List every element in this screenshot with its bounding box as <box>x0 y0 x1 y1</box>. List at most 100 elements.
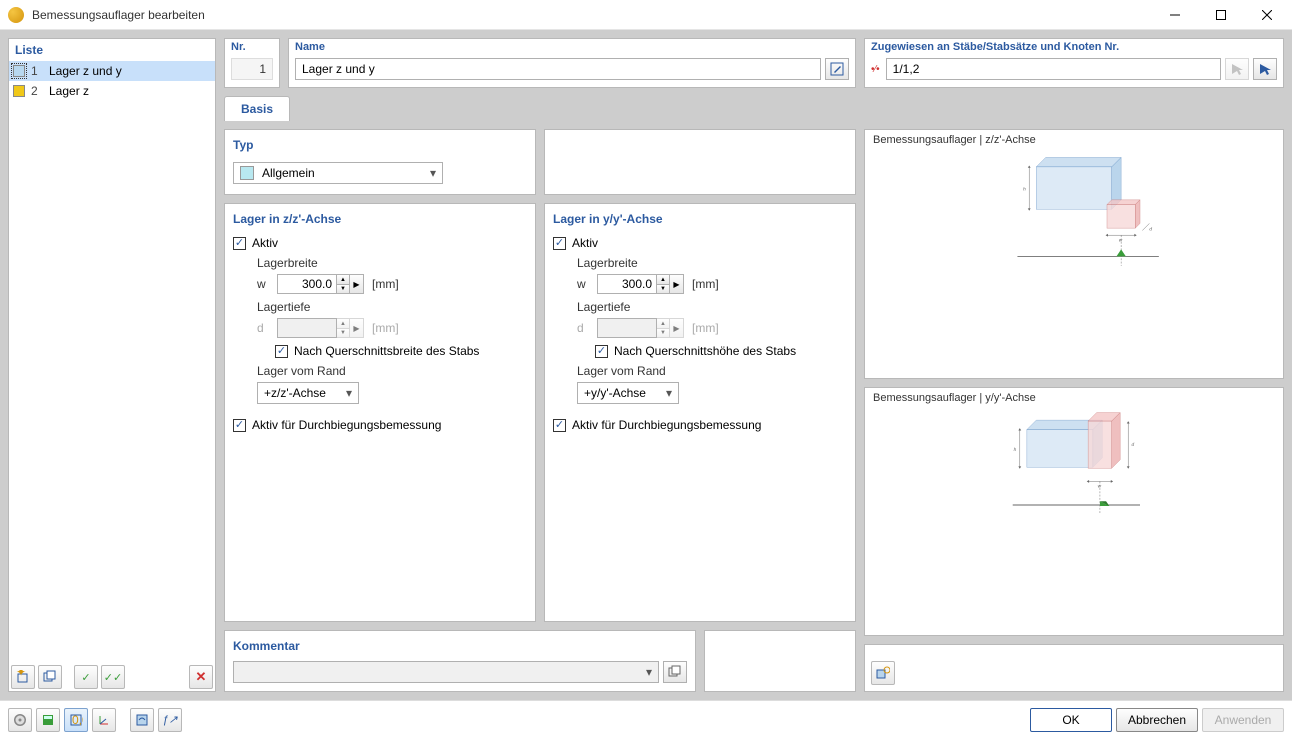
svg-text:d: d <box>1132 442 1135 447</box>
nach-breite-label: Nach Querschnittsbreite des Stabs <box>294 344 479 358</box>
aktiv-z-label: Aktiv <box>252 236 278 250</box>
left-pane: Liste 1 Lager z und y 2 Lager z ✦ ✓ ✓✓ <box>8 38 216 692</box>
comment-combo[interactable]: ▾ <box>233 661 659 683</box>
content-area: Liste 1 Lager z und y 2 Lager z ✦ ✓ ✓✓ <box>0 30 1292 700</box>
header-row: Nr. 1 Name Zugewiesen an Stäbe/Stabsätze… <box>224 38 1284 88</box>
corner-panel-left <box>704 630 856 692</box>
nach-hoehe-label: Nach Querschnittshöhe des Stabs <box>614 344 796 358</box>
help-button[interactable] <box>8 708 32 732</box>
list-item-label: Lager z und y <box>49 64 122 78</box>
bottom-bar: 0,0 ƒ↗ OK Abbrechen Anwenden <box>0 700 1292 738</box>
w-y-stepper[interactable]: ▶ <box>670 274 684 294</box>
new-item-button[interactable]: ✦ <box>11 665 35 689</box>
nach-breite-checkbox[interactable] <box>275 345 288 358</box>
rand-z-label: Lager vom Rand <box>257 364 527 378</box>
assign-input[interactable] <box>886 58 1221 80</box>
list-item-2[interactable]: 2 Lager z <box>9 81 215 101</box>
svg-text:h: h <box>1014 446 1017 451</box>
w-y-input[interactable] <box>597 274 657 294</box>
d-y-stepper: ▶ <box>670 318 684 338</box>
preview-column: Bemessungsauflager | z/z'-Achse <box>864 129 1284 692</box>
name-panel: Name <box>288 38 856 88</box>
list-body[interactable]: 1 Lager z und y 2 Lager z <box>9 61 215 663</box>
d-symbol: d <box>257 321 269 335</box>
rand-y-value: +y/y'-Achse <box>578 386 660 400</box>
list-item-1[interactable]: 1 Lager z und y <box>9 61 215 81</box>
check-all-button[interactable]: ✓✓ <box>101 665 125 689</box>
type-value: Allgemein <box>260 166 424 180</box>
d-z-spinner: ▲▼ <box>337 318 350 338</box>
list-panel: Liste 1 Lager z und y 2 Lager z ✦ ✓ ✓✓ <box>8 38 216 692</box>
check-single-button[interactable]: ✓ <box>74 665 98 689</box>
cancel-button[interactable]: Abbrechen <box>1116 708 1198 732</box>
name-input[interactable] <box>295 58 821 80</box>
comment-panel: Kommentar ▾ <box>224 630 696 692</box>
corner-panel-right <box>864 644 1284 692</box>
svg-text:w: w <box>1119 237 1123 242</box>
d-symbol: d <box>577 321 589 335</box>
calculator-button[interactable] <box>36 708 60 732</box>
pick-nodes-button[interactable] <box>1253 58 1277 80</box>
edit-name-button[interactable] <box>825 58 849 80</box>
rand-z-combo[interactable]: +z/z'-Achse ▾ <box>257 382 359 404</box>
mm-unit: [mm] <box>692 321 719 335</box>
preview-z-panel: Bemessungsauflager | z/z'-Achse <box>864 129 1284 379</box>
list-item-label: Lager z <box>49 84 89 98</box>
minimize-button[interactable] <box>1152 0 1198 30</box>
durchbieg-y-checkbox[interactable] <box>553 419 566 432</box>
type-panel-empty <box>544 129 856 195</box>
svg-text:w: w <box>1098 483 1102 488</box>
function-button[interactable]: ƒ↗ <box>158 708 182 732</box>
lagertiefe-y-label: Lagertiefe <box>577 300 847 314</box>
aktiv-y-label: Aktiv <box>572 236 598 250</box>
w-y-spinner[interactable]: ▲▼ <box>657 274 670 294</box>
delete-button[interactable]: ✕ <box>189 665 213 689</box>
lager-z-title: Lager in z/z'-Achse <box>233 208 527 230</box>
pick-members-button[interactable] <box>1225 58 1249 80</box>
preview-z-title: Bemessungsauflager | z/z'-Achse <box>873 134 1275 146</box>
main-left: Typ Allgemein ▾ Lager in z/z'-Achse <box>224 129 856 692</box>
svg-text:✦: ✦ <box>16 670 26 679</box>
coord-button[interactable] <box>92 708 116 732</box>
copy-item-button[interactable] <box>38 665 62 689</box>
comment-row: Kommentar ▾ <box>224 630 856 692</box>
units-button[interactable]: 0,0 <box>64 708 88 732</box>
d-y-spinner: ▲▼ <box>657 318 670 338</box>
mm-unit: [mm] <box>692 277 719 291</box>
lager-z-panel: Lager in z/z'-Achse Aktiv Lagerbreite w <box>224 203 536 622</box>
svg-text:d: d <box>1149 227 1152 232</box>
tab-basis[interactable]: Basis <box>224 96 290 121</box>
color-swatch-icon <box>13 85 25 97</box>
w-z-stepper[interactable]: ▶ <box>350 274 364 294</box>
w-z-input[interactable] <box>277 274 337 294</box>
nach-hoehe-checkbox[interactable] <box>595 345 608 358</box>
titlebar: Bemessungsauflager bearbeiten <box>0 0 1292 30</box>
ok-button[interactable]: OK <box>1030 708 1112 732</box>
w-z-spinner[interactable]: ▲▼ <box>337 274 350 294</box>
durchbieg-z-checkbox[interactable] <box>233 419 246 432</box>
type-row: Typ Allgemein ▾ <box>224 129 856 195</box>
rand-y-combo[interactable]: +y/y'-Achse ▾ <box>577 382 679 404</box>
w-symbol: w <box>257 277 269 291</box>
color-swatch-icon <box>240 166 254 180</box>
type-combo[interactable]: Allgemein ▾ <box>233 162 443 184</box>
w-symbol: w <box>577 277 589 291</box>
comment-library-button[interactable] <box>663 661 687 683</box>
close-button[interactable] <box>1244 0 1290 30</box>
app-icon <box>8 7 24 23</box>
aktiv-z-row: Aktiv <box>233 236 527 250</box>
lagerbreite-z-label: Lagerbreite <box>257 256 527 270</box>
nr-panel: Nr. 1 <box>224 38 280 88</box>
graphics-settings-button[interactable] <box>871 661 895 685</box>
rand-z-value: +z/z'-Achse <box>258 386 340 400</box>
aktiv-z-checkbox[interactable] <box>233 237 246 250</box>
list-item-number: 2 <box>31 84 43 98</box>
d-z-input <box>277 318 337 338</box>
aktiv-y-checkbox[interactable] <box>553 237 566 250</box>
theory-button[interactable] <box>130 708 154 732</box>
chevron-down-icon: ▾ <box>640 665 658 679</box>
main-area: Typ Allgemein ▾ Lager in z/z'-Achse <box>224 129 1284 692</box>
list-title: Liste <box>9 39 215 61</box>
name-label: Name <box>289 39 855 55</box>
maximize-button[interactable] <box>1198 0 1244 30</box>
